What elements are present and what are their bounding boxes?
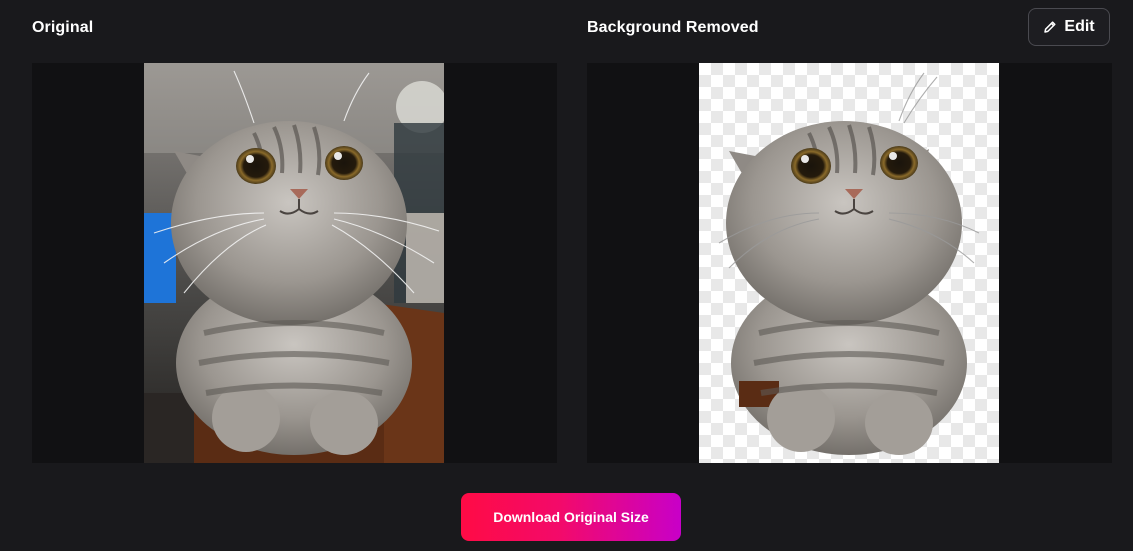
- original-title: Original: [32, 19, 94, 36]
- background-removed-cat-photo: [699, 63, 999, 463]
- background-removed-frame: [587, 63, 1112, 463]
- background-removed-title: Background Removed: [587, 19, 759, 36]
- background-remover-app: Original Background Removed Edit Downloa…: [0, 0, 1133, 551]
- pencil-icon: [1043, 20, 1057, 34]
- original-image-frame: [32, 63, 557, 463]
- download-original-size-button[interactable]: Download Original Size: [461, 493, 681, 541]
- original-cat-photo: [144, 63, 444, 463]
- edit-label: Edit: [1064, 18, 1095, 35]
- edit-button[interactable]: Edit: [1028, 8, 1110, 46]
